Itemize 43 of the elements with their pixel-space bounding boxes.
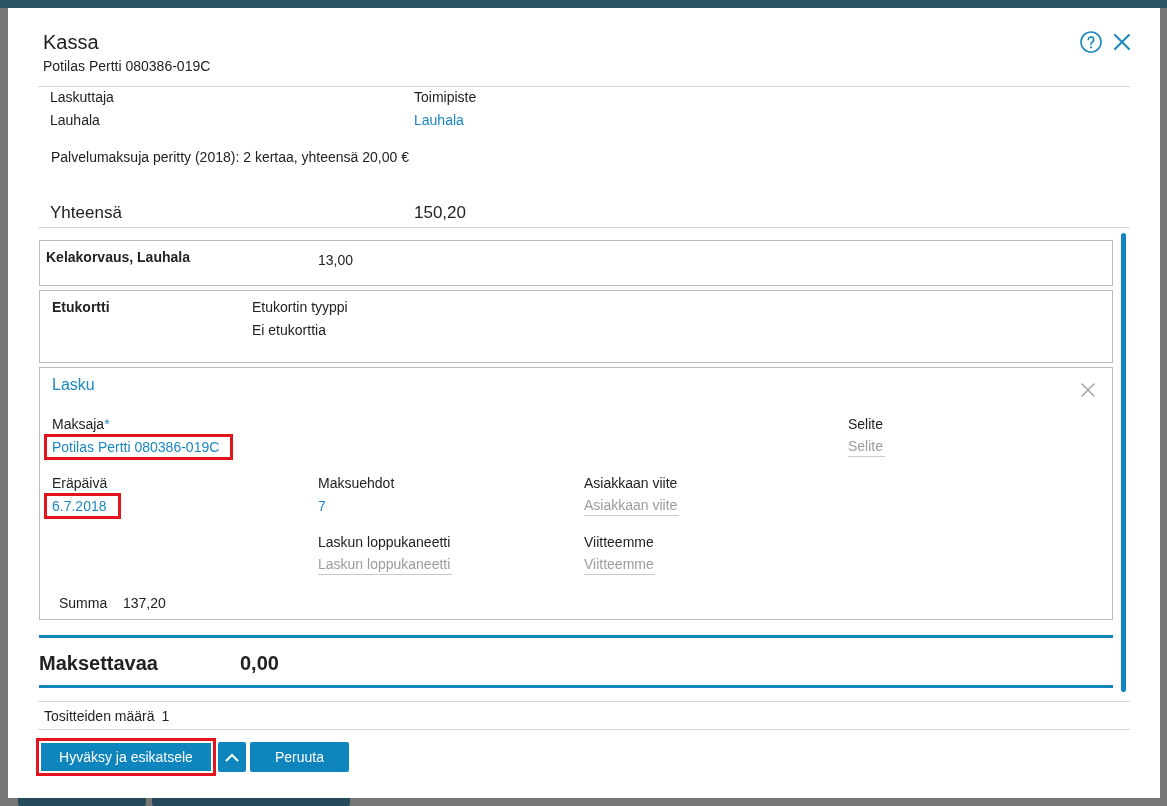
expand-button[interactable] [218, 742, 246, 772]
sum-label: Summa [59, 594, 109, 613]
close-icon[interactable] [1114, 34, 1130, 50]
value-link[interactable]: Potilas Pertti 080386-019C [44, 434, 234, 460]
amount-due-label: Maksettavaa [39, 651, 159, 675]
service-fee-note: Palvelumaksuja peritty (2018): 2 kertaa, yhteensä 20,00 € [50, 148, 410, 167]
field-label: Etukortin tyyppi [252, 298, 348, 317]
field-label: Toimipiste [414, 88, 478, 107]
cancel-button[interactable]: Peruuta [250, 742, 349, 772]
total-value: 150,20 [414, 202, 467, 224]
voucher-count-value: 1 [161, 707, 170, 726]
field-label: Maksaja* [52, 415, 111, 434]
input-field[interactable]: Laskun loppukaneetti [318, 554, 452, 575]
close-icon[interactable] [1081, 383, 1095, 397]
approve-preview-button[interactable]: Hyväksy ja esikatsele [36, 738, 216, 776]
field-value: Ei etukorttia [252, 321, 327, 340]
help-icon[interactable] [1080, 31, 1102, 53]
input-field[interactable]: Viitteemme [584, 554, 655, 575]
value-link[interactable]: 7 [310, 493, 340, 519]
voucher-count-label: Tositteiden määrä [44, 707, 155, 726]
field-label: Selite [848, 415, 885, 434]
reimbursement-value: 13,00 [318, 251, 354, 270]
field-label: Viitteemme [584, 533, 655, 552]
reimbursement-label: Kelakorvaus, Lauhala [46, 248, 191, 267]
chevron-up-icon [225, 753, 239, 763]
value-link[interactable]: 6.7.2018 [44, 493, 121, 519]
field-value: Lauhala [50, 112, 100, 128]
total-label: Yhteensä [50, 202, 123, 224]
value-link[interactable]: Lauhala [414, 112, 464, 128]
dialog-title: Kassa [43, 30, 100, 55]
field-label: Maksuehdot [318, 474, 396, 493]
amount-due-value: 0,00 [240, 651, 279, 675]
field-label: Eräpäivä [52, 474, 109, 493]
benefit-card-title: Etukortti [52, 298, 111, 317]
scrollbar-thumb[interactable] [1121, 233, 1126, 692]
input-field[interactable]: Selite [848, 436, 885, 457]
input-field[interactable]: Asiakkaan viite [584, 495, 679, 516]
dialog-subtitle: Potilas Pertti 080386-019C [43, 57, 211, 75]
invoice-title: Lasku [52, 375, 95, 395]
field-label: Asiakkaan viite [584, 474, 679, 493]
sum-value: 137,20 [123, 594, 166, 613]
field-label: Laskuttaja [50, 88, 115, 107]
field-label: Laskun loppukaneetti [318, 533, 452, 552]
